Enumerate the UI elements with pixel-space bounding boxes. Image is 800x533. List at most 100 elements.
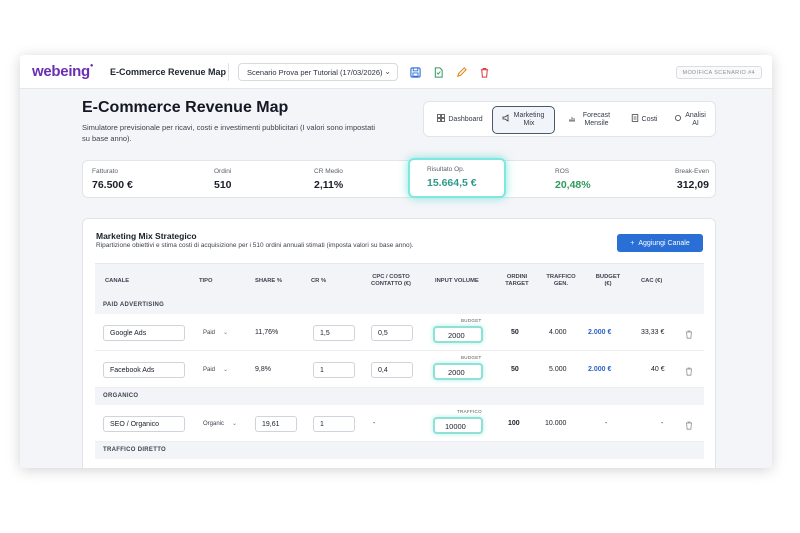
kpi-label: Fatturato bbox=[92, 168, 119, 175]
cac-value: 40 € bbox=[651, 366, 665, 373]
traffico-value: 5.000 bbox=[549, 366, 567, 373]
divider bbox=[228, 63, 229, 81]
share-value: 9,8% bbox=[255, 366, 271, 373]
tab-forecast-mensile[interactable]: Forecast Mensile bbox=[561, 106, 621, 134]
col-traffico-line2: GEN. bbox=[553, 281, 569, 287]
col-cr: CR % bbox=[311, 278, 327, 284]
col-ordini-line2: TARGET bbox=[505, 281, 529, 287]
kpi-value: 20,48% bbox=[555, 179, 591, 191]
logo[interactable]: webeing● bbox=[32, 63, 94, 80]
kpi-value: 15.664,5 € bbox=[427, 177, 477, 189]
cac-value: 33,33 € bbox=[641, 329, 665, 336]
save-icon[interactable] bbox=[408, 65, 422, 79]
type-select-value: Paid bbox=[203, 330, 216, 336]
col-cac: CAC (€) bbox=[641, 278, 663, 284]
col-traffico-line1: TRAFFICO bbox=[546, 274, 576, 280]
tab-marketing-mix[interactable]: Marketing Mix bbox=[492, 106, 555, 134]
kpi-label: Ordini bbox=[214, 168, 232, 175]
budget-value: 2.000 € bbox=[588, 366, 612, 373]
tab-analisi-ai[interactable]: Analisi AI bbox=[667, 106, 713, 134]
marketing-mix-card: Marketing Mix Strategico Ripartizione ob… bbox=[82, 218, 716, 468]
col-traffico-gen: TRAFFICO GEN. bbox=[543, 274, 579, 288]
export-file-icon[interactable] bbox=[431, 65, 445, 79]
table-header: CANALE TIPO SHARE % CR % CPC / COSTO CON… bbox=[95, 263, 704, 297]
tab-costi[interactable]: Costi bbox=[624, 106, 664, 134]
kpi-ros: ROS 20,48% bbox=[555, 168, 591, 191]
cr-input[interactable]: 1 bbox=[313, 362, 355, 378]
delete-row-icon[interactable] bbox=[685, 417, 693, 435]
input-volume-label: TRAFFICO bbox=[457, 409, 482, 414]
ordini-target-value: 50 bbox=[511, 329, 519, 336]
page-title: E-Commerce Revenue Map bbox=[82, 99, 289, 116]
ordini-target-value: 50 bbox=[511, 366, 519, 373]
type-select-value: Organic bbox=[203, 421, 225, 427]
kpi-value: 2,11% bbox=[314, 179, 344, 191]
scenario-select[interactable]: Scenario Prova per Tutorial (17/03/2026)… bbox=[238, 63, 398, 81]
cpc-input[interactable]: 0,5 bbox=[371, 325, 413, 341]
col-tipo: TIPO bbox=[199, 278, 213, 284]
section-traffico-diretto: TRAFFICO DIRETTO bbox=[95, 442, 704, 459]
col-ordini-line1: ORDINI bbox=[506, 274, 528, 280]
type-select[interactable]: Organic ⌄ bbox=[203, 420, 237, 427]
kpi-value: 76.500 € bbox=[92, 179, 133, 191]
delete-row-icon[interactable] bbox=[685, 326, 693, 344]
budget-volume-input[interactable]: 2000 bbox=[433, 363, 483, 380]
cpc-value: - bbox=[373, 420, 376, 427]
budget-value: 2.000 € bbox=[588, 329, 612, 336]
add-channel-button[interactable]: + Aggiungi Canale bbox=[617, 234, 703, 252]
kpi-label: Risultato Op. bbox=[427, 166, 465, 173]
kpi-cr-medio: CR Medio 2,11% bbox=[314, 168, 343, 191]
kpi-label: ROS bbox=[555, 168, 570, 175]
traffico-value: 10.000 bbox=[545, 420, 567, 427]
col-cpc: CPC / COSTO CONTATTO (€) bbox=[355, 274, 427, 288]
kpi-break-even: Break-Even 312,09 bbox=[667, 168, 709, 191]
cpc-input[interactable]: 0,4 bbox=[371, 362, 413, 378]
input-volume-label: BUDGET bbox=[461, 318, 482, 323]
chart-icon bbox=[568, 114, 576, 126]
type-select[interactable]: Paid ⌄ bbox=[203, 366, 228, 373]
kpi-risultato-op: Risultato Op. 15.664,5 € bbox=[408, 158, 506, 198]
kpi-fatturato: Fatturato 76.500 € bbox=[92, 168, 133, 191]
edit-pencil-icon[interactable] bbox=[454, 65, 468, 79]
col-budget-line2: (€) bbox=[604, 281, 612, 287]
app-window: webeing● E-Commerce Revenue Map Scenario… bbox=[20, 55, 772, 468]
col-input-volume: INPUT VOLUME bbox=[435, 278, 479, 284]
channel-name-input[interactable]: Google Ads bbox=[103, 325, 185, 341]
tab-costi-label: Costi bbox=[641, 115, 658, 123]
modify-scenario-badge[interactable]: MODIFICA SCENARIO #4 bbox=[675, 66, 762, 79]
delete-trash-icon[interactable] bbox=[477, 65, 491, 79]
share-input[interactable]: 19,61 bbox=[255, 416, 297, 432]
budget-volume-input[interactable]: 2000 bbox=[433, 326, 483, 343]
chevron-down-icon: ⌄ bbox=[232, 421, 238, 427]
traffic-volume-input[interactable]: 10000 bbox=[433, 417, 483, 434]
cr-input[interactable]: 1,5 bbox=[313, 325, 355, 341]
section-paid-advertising: PAID ADVERTISING bbox=[95, 297, 704, 314]
delete-row-icon[interactable] bbox=[685, 363, 693, 381]
chevron-down-icon: ⌄ bbox=[223, 330, 229, 336]
tab-dashboard-label: Dashboard bbox=[448, 115, 483, 123]
page-subtitle: Simulatore previsionale per ricavi, cost… bbox=[82, 123, 376, 143]
section-subtitle: Ripartizione obiettivi e stima costi di … bbox=[96, 242, 414, 249]
plus-icon: + bbox=[630, 239, 635, 247]
type-select-value: Paid bbox=[203, 367, 216, 373]
col-budget: BUDGET (€) bbox=[593, 274, 623, 288]
table-row: SEO / Organico Organic ⌄ 19,61 1 - TRAFFI… bbox=[95, 405, 704, 442]
kpi-strip: Fatturato 76.500 € Ordini 510 CR Medio 2… bbox=[82, 158, 716, 198]
kpi-value: 510 bbox=[214, 179, 232, 191]
budget-value: - bbox=[605, 420, 608, 427]
cac-value: - bbox=[661, 420, 664, 427]
logo-mark: ● bbox=[89, 63, 94, 69]
tab-forecast-mensile-label: Forecast Mensile bbox=[582, 111, 611, 128]
col-canale: CANALE bbox=[105, 278, 130, 284]
type-select[interactable]: Paid ⌄ bbox=[203, 329, 228, 336]
tab-dashboard[interactable]: Dashboard bbox=[430, 106, 490, 134]
cr-input[interactable]: 1 bbox=[313, 416, 355, 432]
section-organico: ORGANICO bbox=[95, 388, 704, 405]
view-tabs: Dashboard Marketing Mix Forecast Mensile… bbox=[423, 101, 716, 137]
channel-name-input[interactable]: Facebook Ads bbox=[103, 362, 185, 378]
chevron-down-icon: ⌄ bbox=[384, 67, 391, 76]
tab-analisi-ai-label: Analisi AI bbox=[685, 111, 706, 128]
document-icon bbox=[631, 114, 639, 126]
kpi-label: CR Medio bbox=[314, 168, 343, 175]
channel-name-input[interactable]: SEO / Organico bbox=[103, 416, 185, 432]
